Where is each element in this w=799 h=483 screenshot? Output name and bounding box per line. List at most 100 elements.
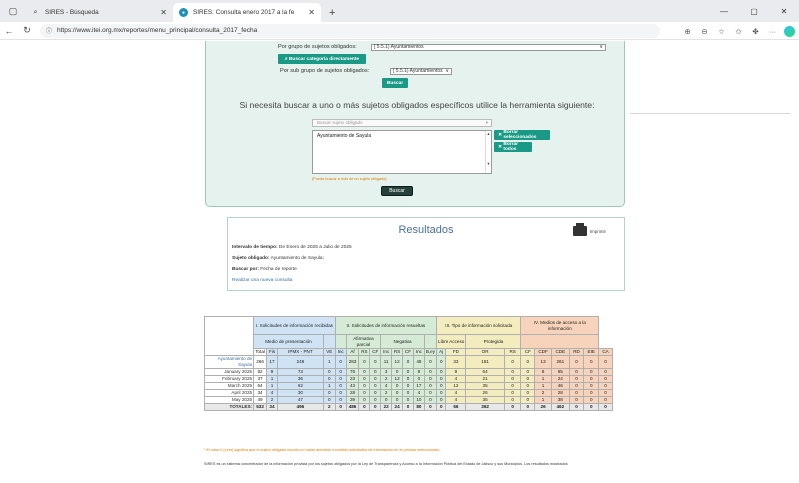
more-menu-icon[interactable]: ··· (764, 27, 781, 36)
table-cell: 0 (334, 382, 347, 390)
table-cell: 21 (465, 375, 505, 383)
table-cell: 2 (322, 403, 336, 411)
column-header: EIE (583, 348, 600, 356)
row-label: May 2025 (203, 396, 255, 404)
column-header: VE (322, 348, 336, 356)
corner-cell (203, 316, 255, 356)
search-subgroup-button[interactable]: Buscar (382, 78, 408, 88)
sub-header-medio: Medio de presentación (253, 334, 324, 349)
column-header: FD (445, 348, 467, 356)
table-cell: 0 (412, 375, 425, 383)
column-header: B,ey (423, 348, 438, 356)
table-cell: 35 (465, 396, 505, 404)
table-cell: 0 (598, 375, 613, 383)
table-cell: 0 (436, 403, 447, 411)
table-cell: 43 (345, 382, 360, 390)
table-cell: 0 (583, 403, 600, 411)
info-icon[interactable]: ⓘ (46, 26, 52, 35)
table-cell: 80 (412, 403, 425, 411)
table-cell: 0 (503, 389, 522, 397)
table-cell: 0 (583, 375, 600, 383)
column-header: CF (520, 348, 536, 356)
table-cell: 0 (358, 375, 371, 383)
table-cell: 0 (423, 389, 438, 397)
close-tab-icon[interactable]: ✕ (308, 8, 315, 17)
subject-row: Sujeto obligado: Ayuntamiento de Sayula; (232, 256, 324, 261)
divider (630, 113, 790, 114)
subject-label: Sujeto obligado: (232, 256, 270, 261)
subject-search-input[interactable]: Buscar sujeto obligado ▾ (312, 119, 492, 127)
table-cell: 0 (334, 403, 347, 411)
table-row: May 2025 49 2 47 0 0 39 0 0 0 0 0 10 0 0 4 35 0 0 1 38 0 0 0 (203, 396, 613, 404)
selected-subjects-list[interactable]: Ayuntamiento de Sayula ▲ ▼ (312, 130, 492, 174)
table-cell: 0 (402, 403, 414, 411)
chevron-down-icon: ▾ (485, 120, 488, 125)
table-cell: 0 (369, 355, 382, 369)
table-cell: 0 (334, 355, 347, 369)
extensions-icon[interactable]: ✤ (747, 27, 764, 36)
column-header: Total (253, 348, 268, 356)
window-menu-icon[interactable]: ▢ (5, 3, 21, 19)
column-header-row: Total Fis IPMX - PNT VE Inc Af RS CF Inc RS CF Inc B… (205, 348, 613, 356)
print-button[interactable]: Imprimir (572, 223, 606, 236)
zoom-icon[interactable]: ⊕ (679, 27, 696, 36)
search-category-button[interactable]: ⌕ Buscar categoría directamente (278, 54, 366, 64)
subgroup-select[interactable]: [ 5.5.1) Ayuntamientos ∨ (390, 68, 452, 75)
reload-icon[interactable]: ↻ (18, 25, 36, 36)
maximize-icon[interactable]: ▢ (739, 0, 769, 22)
table-cell: 261 (550, 355, 570, 369)
results-table: I. Solicitudes de información recibidas … (203, 316, 613, 411)
table-cell: 8 (534, 368, 552, 376)
table-cell: 0 (402, 389, 414, 397)
table-cell: 66 (445, 403, 467, 411)
minimize-icon[interactable]: — (709, 0, 739, 22)
delete-all-button[interactable]: ✕ Borrar todos (494, 142, 532, 152)
column-header: CF (402, 348, 414, 356)
column-header: Fis (266, 348, 278, 356)
close-window-icon[interactable]: ✕ (769, 0, 799, 22)
search-button[interactable]: Buscar (381, 186, 413, 196)
tab-sires-consulta[interactable]: ● SIRES: Consulta enero 2017 a la fe ✕ (173, 3, 321, 22)
table-cell: 36 (276, 375, 324, 383)
group-select-value: [ 5.5.1) Ayuntamientos (374, 44, 424, 50)
table-cell: 13 (534, 355, 552, 369)
copilot-icon[interactable] (784, 25, 795, 37)
favorites-icon[interactable]: ✩ (730, 27, 747, 36)
search-by-value: Fecha de reporte (260, 267, 297, 272)
list-item[interactable]: Ayuntamiento de Sayula (317, 133, 487, 139)
table-cell: 1 (322, 382, 336, 390)
table-cell: 0 (568, 355, 585, 369)
footnote: * El valor 0 (cero) significa que el suj… (204, 448, 441, 452)
subject-value: Ayuntamiento de Sayula; (270, 256, 324, 261)
new-tab-icon[interactable]: + (329, 7, 335, 19)
list-scrollbar[interactable]: ▲ ▼ (485, 131, 491, 173)
table-cell: 0 (583, 396, 600, 404)
table-cell: 9 (445, 368, 467, 376)
row-label[interactable]: Ayuntamiento de Sayula (203, 355, 255, 369)
table-cell: 0 (358, 389, 371, 397)
new-query-link[interactable]: Realizar una nueva consulta (232, 278, 293, 283)
column-header: CDF (534, 348, 552, 356)
table-cell: 0 (520, 368, 536, 376)
reader-icon[interactable]: ⊖ (696, 27, 713, 36)
table-cell: 0 (436, 375, 447, 383)
table-cell: 26 (465, 389, 505, 397)
table-cell: 0 (598, 382, 613, 390)
favorite-star-icon[interactable]: ☆ (713, 27, 730, 36)
table-cell: 0 (436, 368, 447, 376)
search-by-label: Buscar por: (232, 267, 259, 272)
table-cell: 0 (369, 382, 382, 390)
url-field[interactable]: ⓘ https://www.itei.org.mx/reportes/menu_… (40, 23, 660, 38)
back-icon[interactable]: ← (0, 26, 18, 36)
row-label: April 2025 (203, 389, 255, 397)
table-cell: 24 (391, 403, 404, 411)
tab-sires-busqueda[interactable]: ⌕ SIRES - Búsqueda ✕ (25, 3, 173, 22)
column-header: RS (391, 348, 404, 356)
group-select[interactable]: [ 5.5.1) Ayuntamientos ∨ (371, 44, 606, 51)
table-cell: 0 (568, 368, 585, 376)
sub-header-protegida: Protegida (465, 334, 522, 349)
delete-selected-button[interactable]: ✕ Borrar seleccionados (494, 130, 550, 140)
close-tab-icon[interactable]: ✕ (160, 8, 167, 17)
table-cell: 12 (445, 382, 467, 390)
table-row: January 2025 82 9 73 0 0 76 0 0 3 0 0 9 0 0 9 64 0 0 8 65 0 0 0 (203, 368, 613, 376)
